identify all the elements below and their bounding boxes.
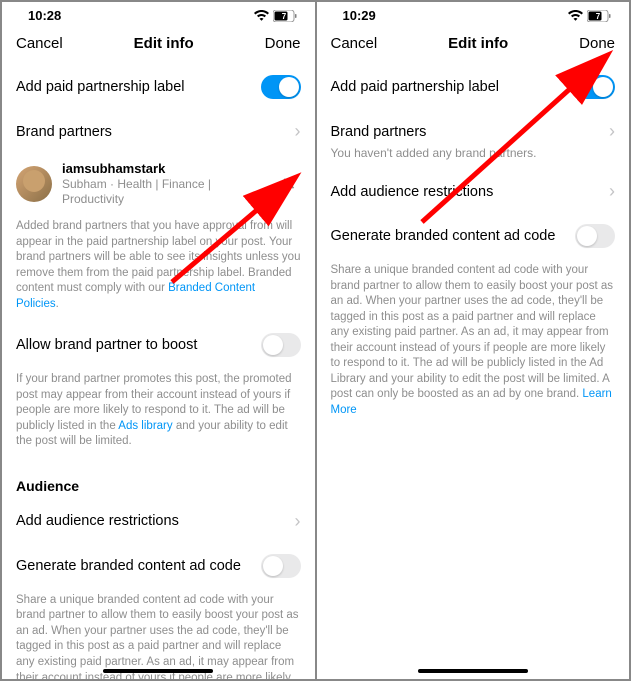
partners-help-text: Added brand partners that you have appro… [2,215,315,322]
chevron-right-icon: › [609,121,615,142]
phone-left: 10:28 7 Cancel Edit info Done Add paid p… [2,2,315,679]
audience-restrictions-label: Add audience restrictions [16,513,179,529]
remove-partner-icon[interactable]: ✕ [277,170,300,199]
gen-help-body: Share a unique branded content ad code w… [16,594,299,679]
partner-username: iamsubhamstark [62,161,267,177]
partner-card: iamsubhamstark Subham · Health | Finance… [2,153,315,215]
nav-header: Cancel Edit info Done [317,25,630,64]
brand-partners-label: Brand partners [331,124,427,140]
partner-meta: Subham · Health | Finance | Productivity [62,177,267,207]
boost-help-text: If your brand partner promotes this post… [2,368,315,460]
brand-partners-label: Brand partners [16,124,112,140]
audience-section-label: Audience [2,460,315,500]
cancel-button[interactable]: Cancel [16,35,63,52]
audience-restrictions-row[interactable]: Add audience restrictions › [2,500,315,543]
done-button[interactable]: Done [579,35,615,52]
brand-partners-row[interactable]: Brand partners › [317,110,630,144]
status-right: 7 [254,10,297,22]
wifi-icon [254,10,269,21]
gen-help-text: Share a unique branded content ad code w… [2,589,315,679]
avatar [16,166,52,202]
gen-help-text: Share a unique branded content ad code w… [317,259,630,428]
chevron-right-icon: › [295,511,301,532]
status-bar: 10:28 7 [2,2,315,25]
home-indicator[interactable] [103,669,213,673]
nav-header: Cancel Edit info Done [2,25,315,64]
chevron-right-icon: › [295,121,301,142]
status-right: 7 [568,10,611,22]
brand-partners-row[interactable]: Brand partners › [2,110,315,153]
cancel-button[interactable]: Cancel [331,35,378,52]
battery-icon: 7 [273,10,297,22]
paid-partnership-label: Add paid partnership label [16,79,184,95]
done-button[interactable]: Done [265,35,301,52]
status-time: 10:29 [343,8,376,23]
generate-code-row[interactable]: Generate branded content ad code [317,213,630,259]
gen-help-body: Share a unique branded content ad code w… [331,264,614,400]
generate-code-toggle[interactable] [261,554,301,578]
partners-help-body: Added brand partners that you have appro… [16,220,300,294]
paid-partnership-toggle[interactable] [575,75,615,99]
paid-partnership-toggle[interactable] [261,75,301,99]
svg-text:7: 7 [596,12,601,21]
status-bar: 10:29 7 [317,2,630,25]
generate-code-toggle[interactable] [575,224,615,248]
home-indicator[interactable] [418,669,528,673]
paid-partnership-label: Add paid partnership label [331,79,499,95]
paid-partnership-row[interactable]: Add paid partnership label [317,64,630,110]
phone-right: 10:29 7 Cancel Edit info Done Add paid p… [317,2,630,679]
allow-boost-label: Allow brand partner to boost [16,337,197,353]
audience-restrictions-row[interactable]: Add audience restrictions › [317,170,630,213]
page-title: Edit info [448,35,508,52]
allow-boost-toggle[interactable] [261,333,301,357]
no-partners-text: You haven't added any brand partners. [317,144,630,170]
battery-icon: 7 [587,10,611,22]
audience-restrictions-label: Add audience restrictions [331,184,494,200]
generate-code-label: Generate branded content ad code [16,558,241,574]
paid-partnership-row[interactable]: Add paid partnership label [2,64,315,110]
status-time: 10:28 [28,8,61,23]
ads-library-link[interactable]: Ads library [118,420,172,432]
chevron-right-icon: › [609,181,615,202]
partner-info: iamsubhamstark Subham · Health | Finance… [62,161,267,207]
svg-text:7: 7 [281,12,286,21]
generate-code-row[interactable]: Generate branded content ad code [2,543,315,589]
content: Add paid partnership label Brand partner… [317,64,630,679]
content: Add paid partnership label Brand partner… [2,64,315,679]
page-title: Edit info [134,35,194,52]
allow-boost-row[interactable]: Allow brand partner to boost [2,322,315,368]
generate-code-label: Generate branded content ad code [331,228,556,244]
wifi-icon [568,10,583,21]
